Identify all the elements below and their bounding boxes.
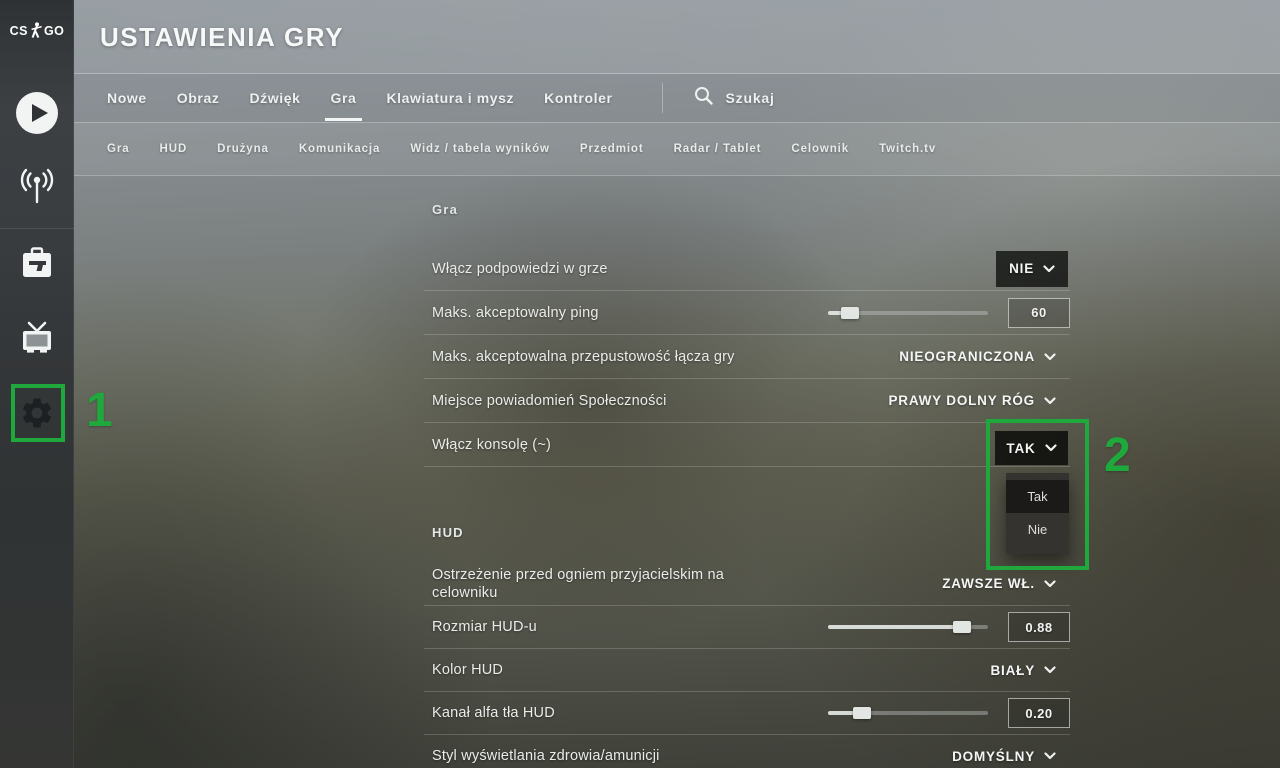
setting-row-ping: Maks. akceptowalny ping 60 — [424, 291, 1070, 335]
setting-row-konsola: Włącz konsolę (~) TAK Tak Nie — [424, 423, 1070, 467]
chevron-down-icon — [1044, 575, 1056, 593]
csgo-soldier-glyph — [30, 22, 42, 39]
setting-row-przepustowosc: Maks. akceptowalna przepustowość łącza g… — [424, 335, 1070, 379]
search-icon — [694, 86, 714, 111]
setting-row-podpowiedzi: Włącz podpowiedzi w grze NIE — [424, 247, 1070, 291]
settings-panel: Gra Włącz podpowiedzi w grze NIE Maks. a… — [424, 175, 1070, 768]
slider-handle[interactable] — [841, 307, 859, 319]
annotation-box-1 — [11, 384, 65, 442]
slider-handle[interactable] — [953, 621, 971, 633]
chevron-down-icon — [1044, 747, 1056, 765]
sidebar-divider — [0, 228, 74, 229]
setting-row-kolor-hud: Kolor HUD BIAŁY — [424, 649, 1070, 692]
chevron-down-icon — [1044, 348, 1056, 366]
logo-go-text: GO — [44, 24, 64, 38]
section-title-gra: Gra — [424, 194, 1070, 224]
subtab-gra[interactable]: Gra — [107, 143, 130, 155]
chevron-down-icon — [1044, 392, 1056, 410]
loadout-briefcase-icon — [18, 246, 56, 285]
subtab-druzyna[interactable]: Drużyna — [217, 143, 269, 155]
chevron-down-icon — [1043, 260, 1055, 278]
setting-label: Włącz konsolę (~) — [432, 436, 551, 454]
annotation-box-2 — [986, 419, 1089, 570]
hud-size-value-box[interactable]: 0.88 — [1008, 612, 1070, 642]
subtab-komunikacja[interactable]: Komunikacja — [299, 143, 380, 155]
tab-klawiatura[interactable]: Klawiatura i mysz — [386, 90, 514, 106]
setting-label: Rozmiar HUD-u — [432, 618, 537, 636]
csgo-logo: CS GO — [0, 22, 74, 39]
ping-slider[interactable] — [828, 307, 988, 319]
hud-alpha-slider[interactable] — [828, 707, 988, 719]
tab-dzwiek[interactable]: Dźwięk — [249, 90, 300, 106]
dropdown-przepustowosc[interactable]: NIEOGRANICZONA — [899, 348, 1070, 366]
subtab-przedmiot[interactable]: Przedmiot — [580, 143, 644, 155]
sub-tab-bar: Gra HUD Drużyna Komunikacja Widz / tabel… — [74, 123, 1280, 176]
sidebar-item-broadcast[interactable] — [0, 167, 74, 212]
subtab-hud[interactable]: HUD — [160, 143, 188, 155]
page-title: USTAWIENIA GRY — [100, 0, 344, 74]
sidebar-item-loadout[interactable] — [0, 246, 74, 285]
logo-cs-text: CS — [10, 24, 28, 38]
tab-gra[interactable]: Gra — [331, 90, 357, 106]
dropdown-value: DOMYŚLNY — [952, 749, 1035, 764]
search-label: Szukaj — [726, 90, 775, 106]
dropdown-styl[interactable]: DOMYŚLNY — [952, 747, 1070, 765]
hud-size-value: 0.88 — [1025, 620, 1052, 635]
annotation-number-2: 2 — [1104, 432, 1131, 480]
broadcast-icon — [18, 167, 56, 212]
chevron-down-icon — [1044, 661, 1056, 679]
dropdown-value: ZAWSZE WŁ. — [942, 576, 1035, 591]
main-tab-bar: Nowe Obraz Dźwięk Gra Klawiatura i mysz … — [74, 74, 1280, 123]
tab-obraz[interactable]: Obraz — [177, 90, 220, 106]
csgo-settings-screen: USTAWIENIA GRY Nowe Obraz Dźwięk Gra Kla… — [0, 0, 1280, 768]
tab-nowe[interactable]: Nowe — [107, 90, 147, 106]
setting-label: Styl wyświetlania zdrowia/amunicji — [432, 747, 660, 765]
subtab-celownik[interactable]: Celownik — [791, 143, 849, 155]
subtab-radar[interactable]: Radar / Tablet — [674, 143, 762, 155]
setting-label: Ostrzeżenie przed ogniem przyjacielskim … — [432, 566, 762, 602]
search-control[interactable]: Szukaj — [662, 83, 775, 113]
subtab-twitch[interactable]: Twitch.tv — [879, 143, 936, 155]
annotation-number-1: 1 — [86, 387, 113, 435]
section-title-hud: HUD — [424, 517, 1070, 547]
slider-handle[interactable] — [853, 707, 871, 719]
dropdown-value: NIEOGRANICZONA — [899, 349, 1035, 364]
ping-value: 60 — [1031, 305, 1046, 320]
hud-alpha-value: 0.20 — [1025, 706, 1052, 721]
play-icon — [15, 91, 59, 140]
dropdown-ostrzezenie[interactable]: ZAWSZE WŁ. — [942, 575, 1070, 593]
setting-label: Maks. akceptowalny ping — [432, 304, 599, 322]
sidebar-item-watch[interactable] — [0, 320, 74, 361]
sidebar-item-play[interactable] — [0, 91, 74, 140]
tv-icon — [17, 320, 57, 361]
setting-row-ostrzezenie: Ostrzeżenie przed ogniem przyjacielskim … — [424, 562, 1070, 606]
setting-label: Kanał alfa tła HUD — [432, 704, 555, 722]
dropdown-value: PRAWY DOLNY RÓG — [888, 393, 1035, 408]
setting-label: Maks. akceptowalna przepustowość łącza g… — [432, 348, 735, 366]
setting-row-powiadomienia: Miejsce powiadomień Społeczności PRAWY D… — [424, 379, 1070, 423]
hud-alpha-value-box[interactable]: 0.20 — [1008, 698, 1070, 728]
setting-label: Włącz podpowiedzi w grze — [432, 260, 608, 278]
setting-label: Miejsce powiadomień Społeczności — [432, 392, 667, 410]
dropdown-kolor-hud[interactable]: BIAŁY — [991, 661, 1071, 679]
hud-size-slider[interactable] — [828, 621, 988, 633]
setting-row-rozmiar-hud: Rozmiar HUD-u 0.88 — [424, 606, 1070, 649]
slider-fill — [828, 625, 962, 629]
setting-row-styl: Styl wyświetlania zdrowia/amunicji DOMYŚ… — [424, 735, 1070, 768]
setting-row-kanal-alfa: Kanał alfa tła HUD 0.20 — [424, 692, 1070, 735]
dropdown-value: BIAŁY — [991, 663, 1036, 678]
tab-kontroler[interactable]: Kontroler — [544, 90, 612, 106]
dropdown-powiadomienia[interactable]: PRAWY DOLNY RÓG — [888, 392, 1070, 410]
setting-label: Kolor HUD — [432, 661, 503, 679]
ping-value-box[interactable]: 60 — [1008, 298, 1070, 328]
dropdown-podpowiedzi[interactable]: NIE — [996, 251, 1068, 287]
dropdown-value: NIE — [1009, 261, 1034, 276]
subtab-widz[interactable]: Widz / tabela wyników — [410, 143, 550, 155]
